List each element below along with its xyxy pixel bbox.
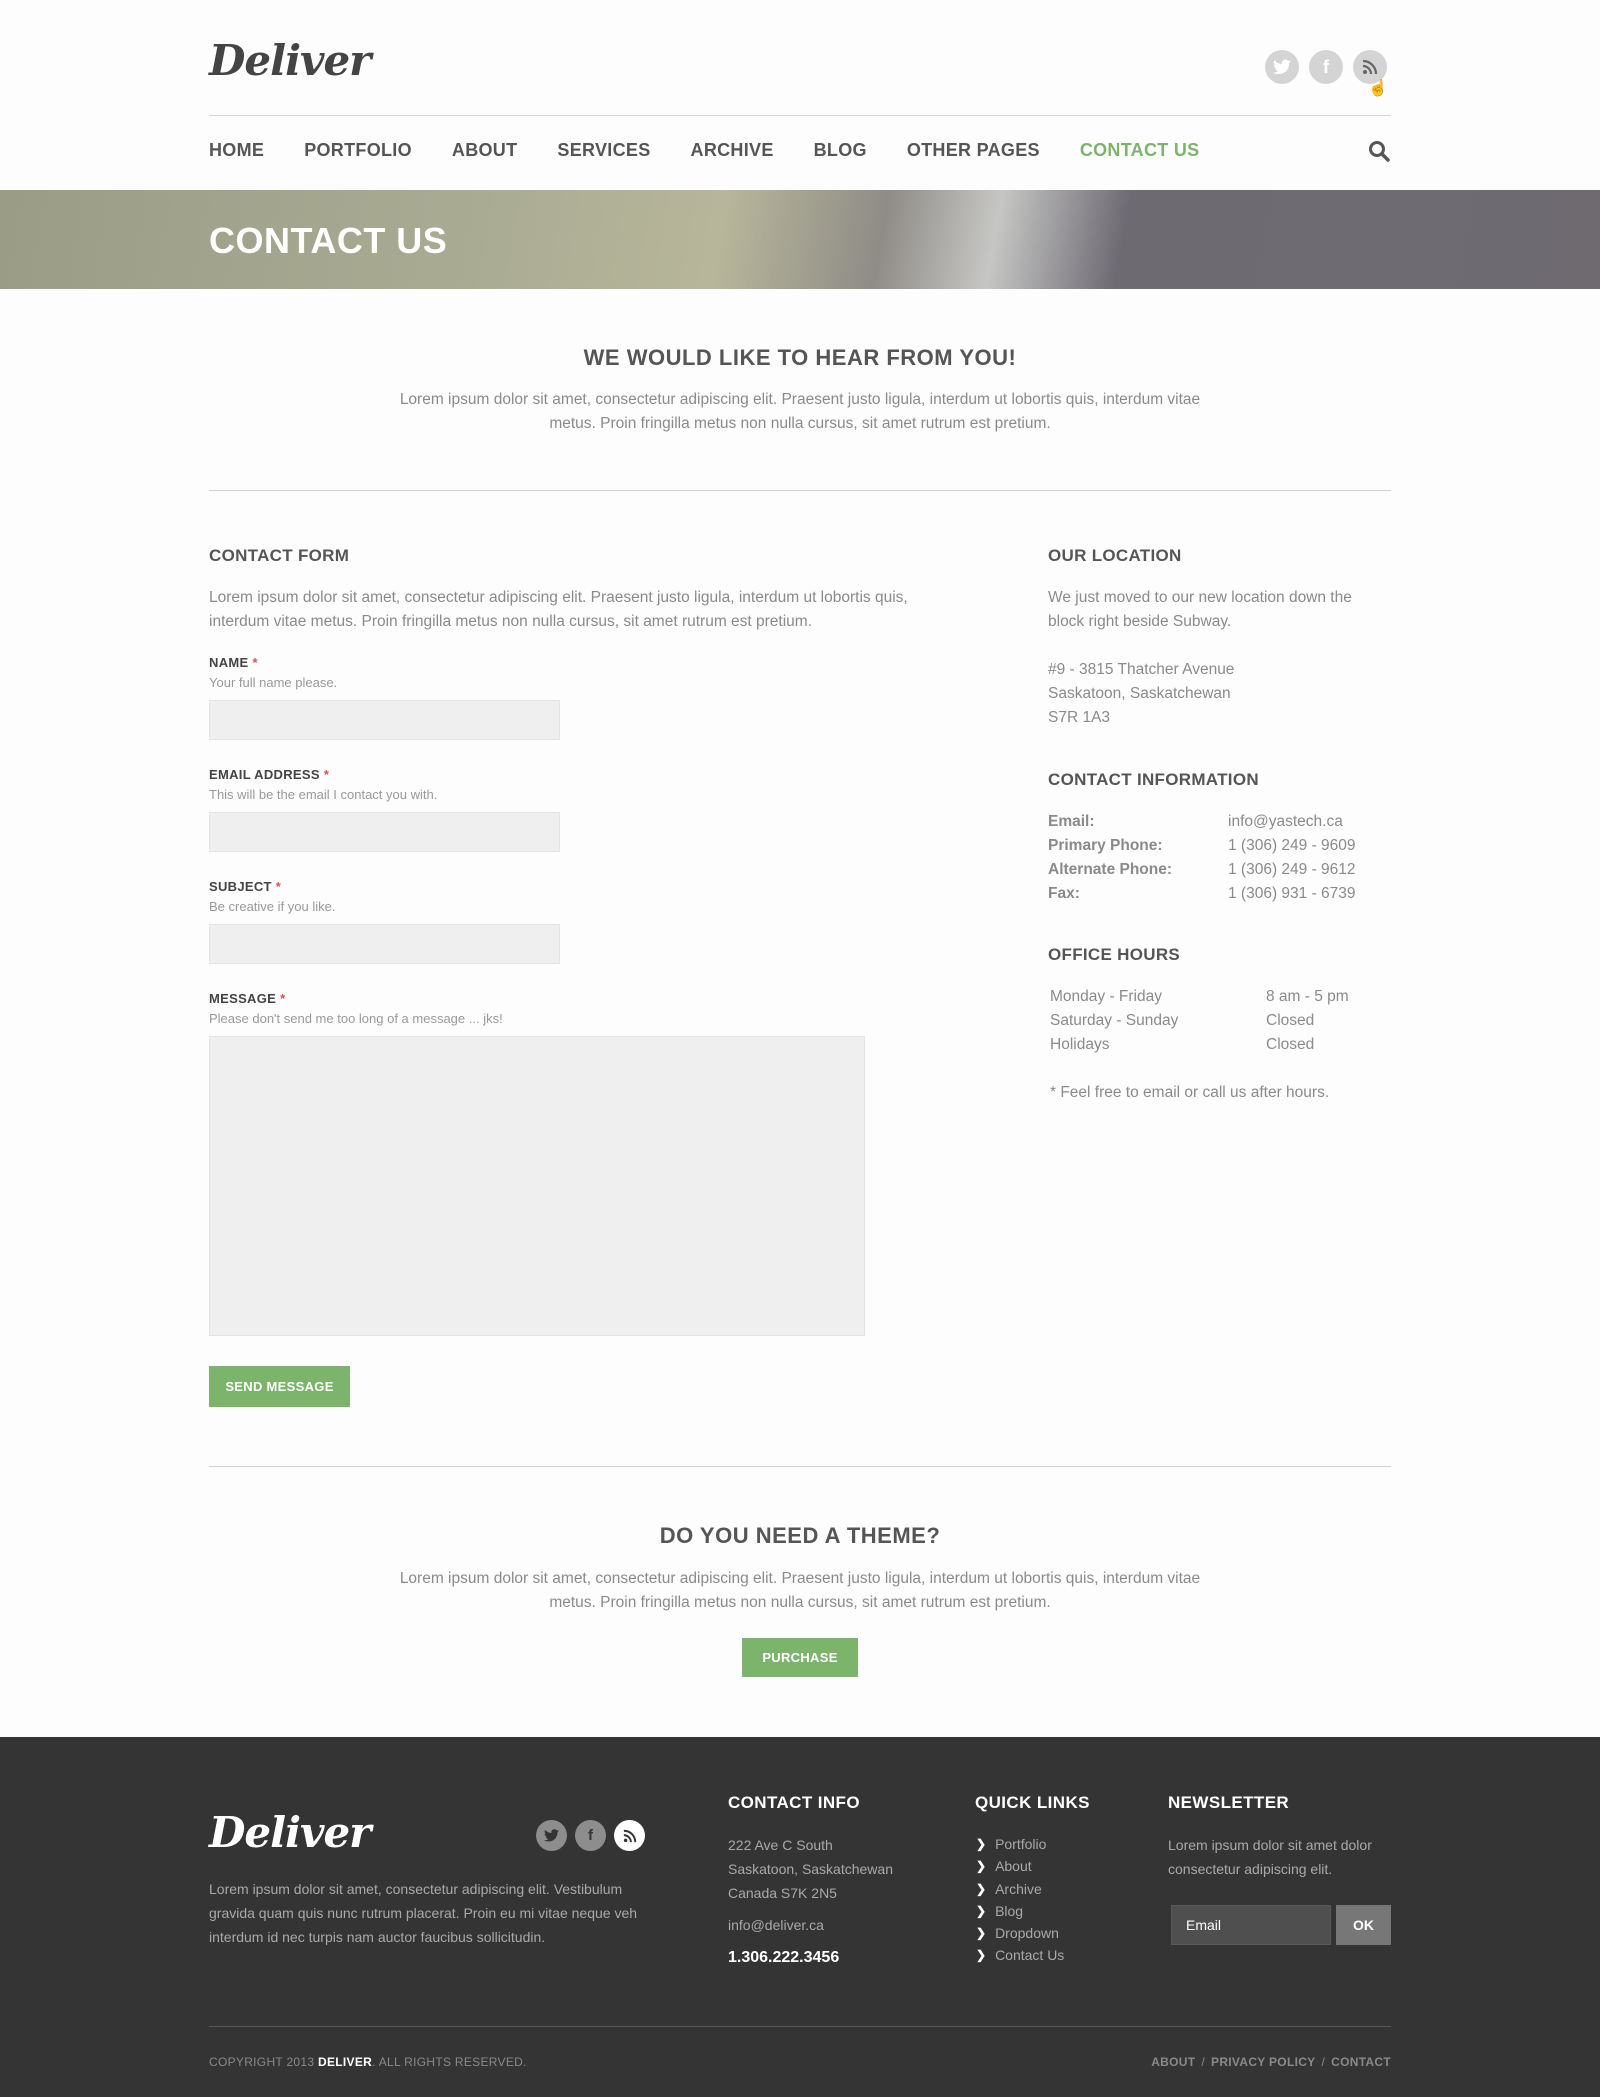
theme-text: Lorem ipsum dolor sit amet, consectetur … — [399, 1570, 1201, 1611]
newsletter-ok-button[interactable]: OK — [1336, 1905, 1391, 1945]
quick-link[interactable]: ❯ Blog — [976, 1900, 1064, 1922]
office-hours-row: Monday - Friday 8 am - 5 pm — [1050, 988, 1349, 1005]
location-title: OUR LOCATION — [1048, 546, 1182, 565]
link-separator: / — [1201, 2055, 1206, 2069]
footer-contact-phone: 1.306.222.3456 — [728, 1949, 840, 1966]
subject-label: SUBJECT * — [209, 879, 282, 894]
page-banner: CONTACT US — [0, 190, 1600, 289]
header-divider — [209, 115, 1391, 116]
page-title: CONTACT US — [209, 220, 448, 261]
rss-icon[interactable] — [614, 1820, 645, 1851]
contact-info-alternate-phone-row: Alternate Phone: 1 (306) 249 - 9612 — [1048, 861, 1356, 878]
quick-link[interactable]: ❯ Dropdown — [976, 1922, 1064, 1944]
newsletter-email-input[interactable]: Email — [1171, 1905, 1331, 1945]
message-hint: Please don't send me too long of a messa… — [209, 1011, 503, 1026]
twitter-icon[interactable] — [536, 1820, 567, 1851]
nav-contact-us[interactable]: CONTACT US — [1080, 140, 1200, 161]
nav-blog[interactable]: BLOG — [814, 140, 867, 161]
section-divider — [209, 1466, 1391, 1467]
footer-newsletter-text: Lorem ipsum dolor sit amet dolor consect… — [1168, 1837, 1372, 1877]
footer-link-privacy[interactable]: PRIVACY POLICY — [1211, 2055, 1315, 2069]
footer-newsletter-title: NEWSLETTER — [1168, 1793, 1290, 1812]
quick-link[interactable]: ❯ Contact Us — [976, 1944, 1064, 1966]
facebook-icon[interactable]: f — [575, 1820, 606, 1851]
quick-link[interactable]: ❯ About — [976, 1855, 1064, 1877]
twitter-icon[interactable] — [1265, 50, 1299, 84]
footer-quick-links: ❯ Portfolio ❯ About ❯ Archive ❯ Blog ❯ Dropdo… — [976, 1833, 1064, 1967]
subject-hint: Be creative if you like. — [209, 899, 336, 914]
chevron-right-icon: ❯ — [976, 1881, 987, 1896]
location-text: We just moved to our new location down t… — [1048, 589, 1352, 630]
theme-title: DO YOU NEED A THEME? — [659, 1523, 941, 1548]
footer-bottom-links: ABOUT / PRIVACY POLICY / CONTACT — [1151, 2055, 1391, 2069]
main-nav: HOME PORTFOLIO ABOUT SERVICES ARCHIVE BL… — [209, 140, 1239, 161]
contact-info-title: CONTACT INFORMATION — [1048, 770, 1259, 789]
footer-links-title: QUICK LINKS — [975, 1793, 1090, 1812]
footer-contact-address: 222 Ave C South Saskatoon, Saskatchewan … — [728, 1837, 893, 1901]
nav-archive[interactable]: ARCHIVE — [691, 140, 774, 161]
facebook-icon[interactable]: f — [1309, 50, 1343, 84]
footer-link-contact[interactable]: CONTACT — [1331, 2055, 1391, 2069]
footer-about-text: Lorem ipsum dolor sit amet, consectetur … — [209, 1881, 638, 1945]
send-message-button[interactable]: SEND MESSAGE — [209, 1366, 350, 1407]
subject-input[interactable] — [209, 924, 560, 964]
footer-social-links: f — [536, 1820, 645, 1851]
nav-other-pages[interactable]: OTHER PAGES — [907, 140, 1040, 161]
name-hint: Your full name please. — [209, 675, 338, 690]
copyright: COPYRIGHT 2013 DELIVER. ALL RIGHTS RESER… — [209, 2055, 527, 2069]
office-hours-title: OFFICE HOURS — [1048, 945, 1181, 964]
chevron-right-icon: ❯ — [976, 1837, 987, 1851]
contact-form-title: CONTACT FORM — [209, 546, 350, 565]
contact-info-fax-row: Fax: 1 (306) 931 - 6739 — [1048, 885, 1356, 902]
contact-info-primary-phone-row: Primary Phone: 1 (306) 249 - 9609 — [1048, 837, 1356, 854]
nav-about[interactable]: ABOUT — [452, 140, 518, 161]
footer-contact-email[interactable]: info@deliver.ca — [728, 1913, 824, 1937]
chevron-right-icon: ❯ — [976, 1948, 987, 1963]
email-label: EMAIL ADDRESS * — [209, 767, 330, 782]
nav-portfolio[interactable]: PORTFOLIO — [304, 140, 412, 161]
chevron-right-icon: ❯ — [976, 1903, 987, 1918]
footer-link-about[interactable]: ABOUT — [1151, 2055, 1195, 2069]
nav-services[interactable]: SERVICES — [557, 140, 650, 161]
email-hint: This will be the email I contact you wit… — [209, 787, 438, 802]
email-input[interactable] — [209, 812, 560, 852]
footer-contact-title: CONTACT INFO — [728, 1793, 860, 1812]
footer-divider — [209, 2026, 1391, 2027]
office-hours-row: Saturday - Sunday Closed — [1050, 1012, 1315, 1029]
location-address: #9 - 3815 Thatcher Avenue Saskatoon, Sas… — [1048, 661, 1235, 726]
name-input[interactable] — [209, 700, 560, 740]
nav-home[interactable]: HOME — [209, 140, 264, 161]
footer-logo[interactable]: Deliver — [209, 1808, 371, 1857]
link-separator: / — [1321, 2055, 1326, 2069]
chevron-right-icon: ❯ — [976, 1859, 987, 1874]
intro-text: Lorem ipsum dolor sit amet, consectetur … — [399, 391, 1201, 432]
quick-link[interactable]: ❯ Portfolio — [976, 1833, 1064, 1855]
section-divider — [209, 490, 1391, 491]
contact-form-text: Lorem ipsum dolor sit amet, consectetur … — [209, 589, 908, 630]
office-hours-row: Holidays Closed — [1050, 1036, 1315, 1053]
contact-info-email-row: Email: info@yastech.ca — [1048, 813, 1343, 830]
quick-link[interactable]: ❯ Archive — [976, 1878, 1064, 1900]
office-hours-note: * Feel free to email or call us after ho… — [1050, 1084, 1330, 1101]
purchase-button[interactable]: PURCHASE — [742, 1638, 858, 1677]
name-label: NAME * — [209, 655, 258, 670]
cursor-pointer-icon: ☝ — [1368, 80, 1388, 97]
search-icon[interactable] — [1368, 140, 1390, 167]
message-textarea[interactable] — [209, 1036, 865, 1336]
intro-title: WE WOULD LIKE TO HEAR FROM YOU! — [583, 345, 1017, 370]
chevron-right-icon: ❯ — [976, 1926, 987, 1941]
site-logo[interactable]: Deliver — [209, 36, 371, 85]
message-label: MESSAGE * — [209, 991, 286, 1006]
